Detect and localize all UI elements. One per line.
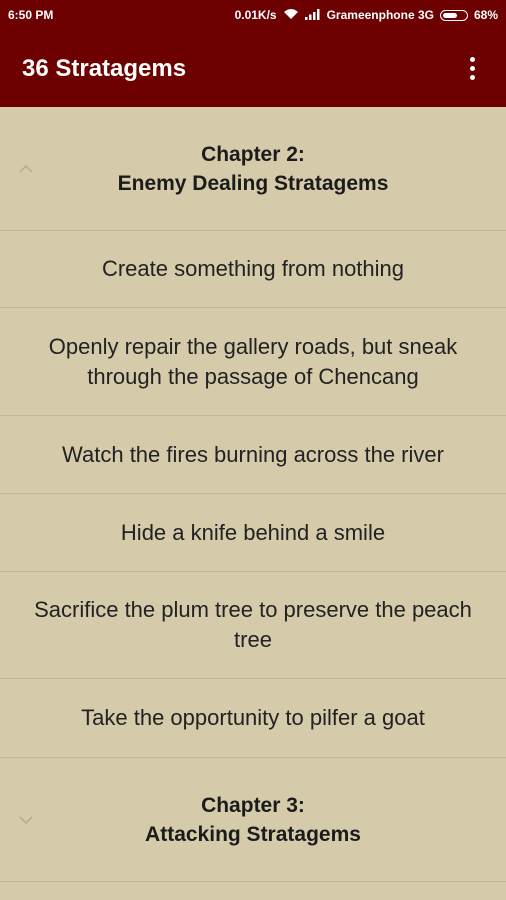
chapter-number: Chapter 2: [201,142,305,166]
chapter-number: Chapter 3: [201,793,305,817]
status-bar: 6:50 PM 0.01K/s Grameenphone 3G 68% [0,0,506,30]
wifi-icon [283,8,299,23]
list-item-label: Hide a knife behind a smile [120,519,386,545]
status-time: 6:50 PM [8,8,54,22]
battery-percent: 68% [473,8,498,22]
list-item[interactable]: Watch the fires burning across the river [0,416,506,494]
app-title: 36 Stratagems [22,54,187,82]
status-indicators: 0.01K/s Grameenphone 3G 68% [235,8,498,23]
list-item[interactable]: Hide a knife behind a smile [0,494,506,572]
menu-dot [469,57,475,62]
chevron-down-icon [16,810,36,830]
more-vert-icon[interactable] [460,54,484,84]
menu-dot [469,75,475,80]
battery-fill [442,12,457,18]
list-item-label: Create something from nothing [101,256,405,281]
chapter-3-header[interactable]: Chapter 3: Attacking Stratagems [0,758,506,882]
list-item[interactable]: Sacrifice the plum tree to preserve the … [0,572,506,679]
chapter-title: Chapter 2: Enemy Dealing Stratagems [118,140,389,198]
app-bar: 36 Stratagems [0,30,506,107]
list-item-label: Watch the fires burning across the river [62,441,444,467]
chapter-title: Chapter 3: Attacking Stratagems [145,791,361,849]
stratagem-list: Chapter 2: Enemy Dealing Stratagems Crea… [0,107,506,882]
list-item[interactable]: Take the opportunity to pilfer a goat [0,679,506,758]
chapter-name: Attacking Stratagems [145,822,361,846]
carrier-name: Grameenphone 3G [326,8,434,22]
list-item-label: Sacrifice the plum tree to preserve the … [34,597,472,652]
battery-icon [439,9,468,21]
list-item[interactable]: Openly repair the gallery roads, but sne… [0,308,506,416]
chapter-name: Enemy Dealing Stratagems [117,171,389,195]
network-speed: 0.01K/s [234,8,277,22]
chapter-2-header[interactable]: Chapter 2: Enemy Dealing Stratagems [0,107,506,231]
list-item-label: Take the opportunity to pilfer a goat [81,705,425,730]
list-item[interactable]: Create something from nothing [0,231,506,308]
list-item-label: Openly repair the gallery roads, but sne… [48,333,458,389]
signal-icon [304,8,321,23]
menu-dot [469,66,475,71]
chevron-up-icon [16,159,36,179]
